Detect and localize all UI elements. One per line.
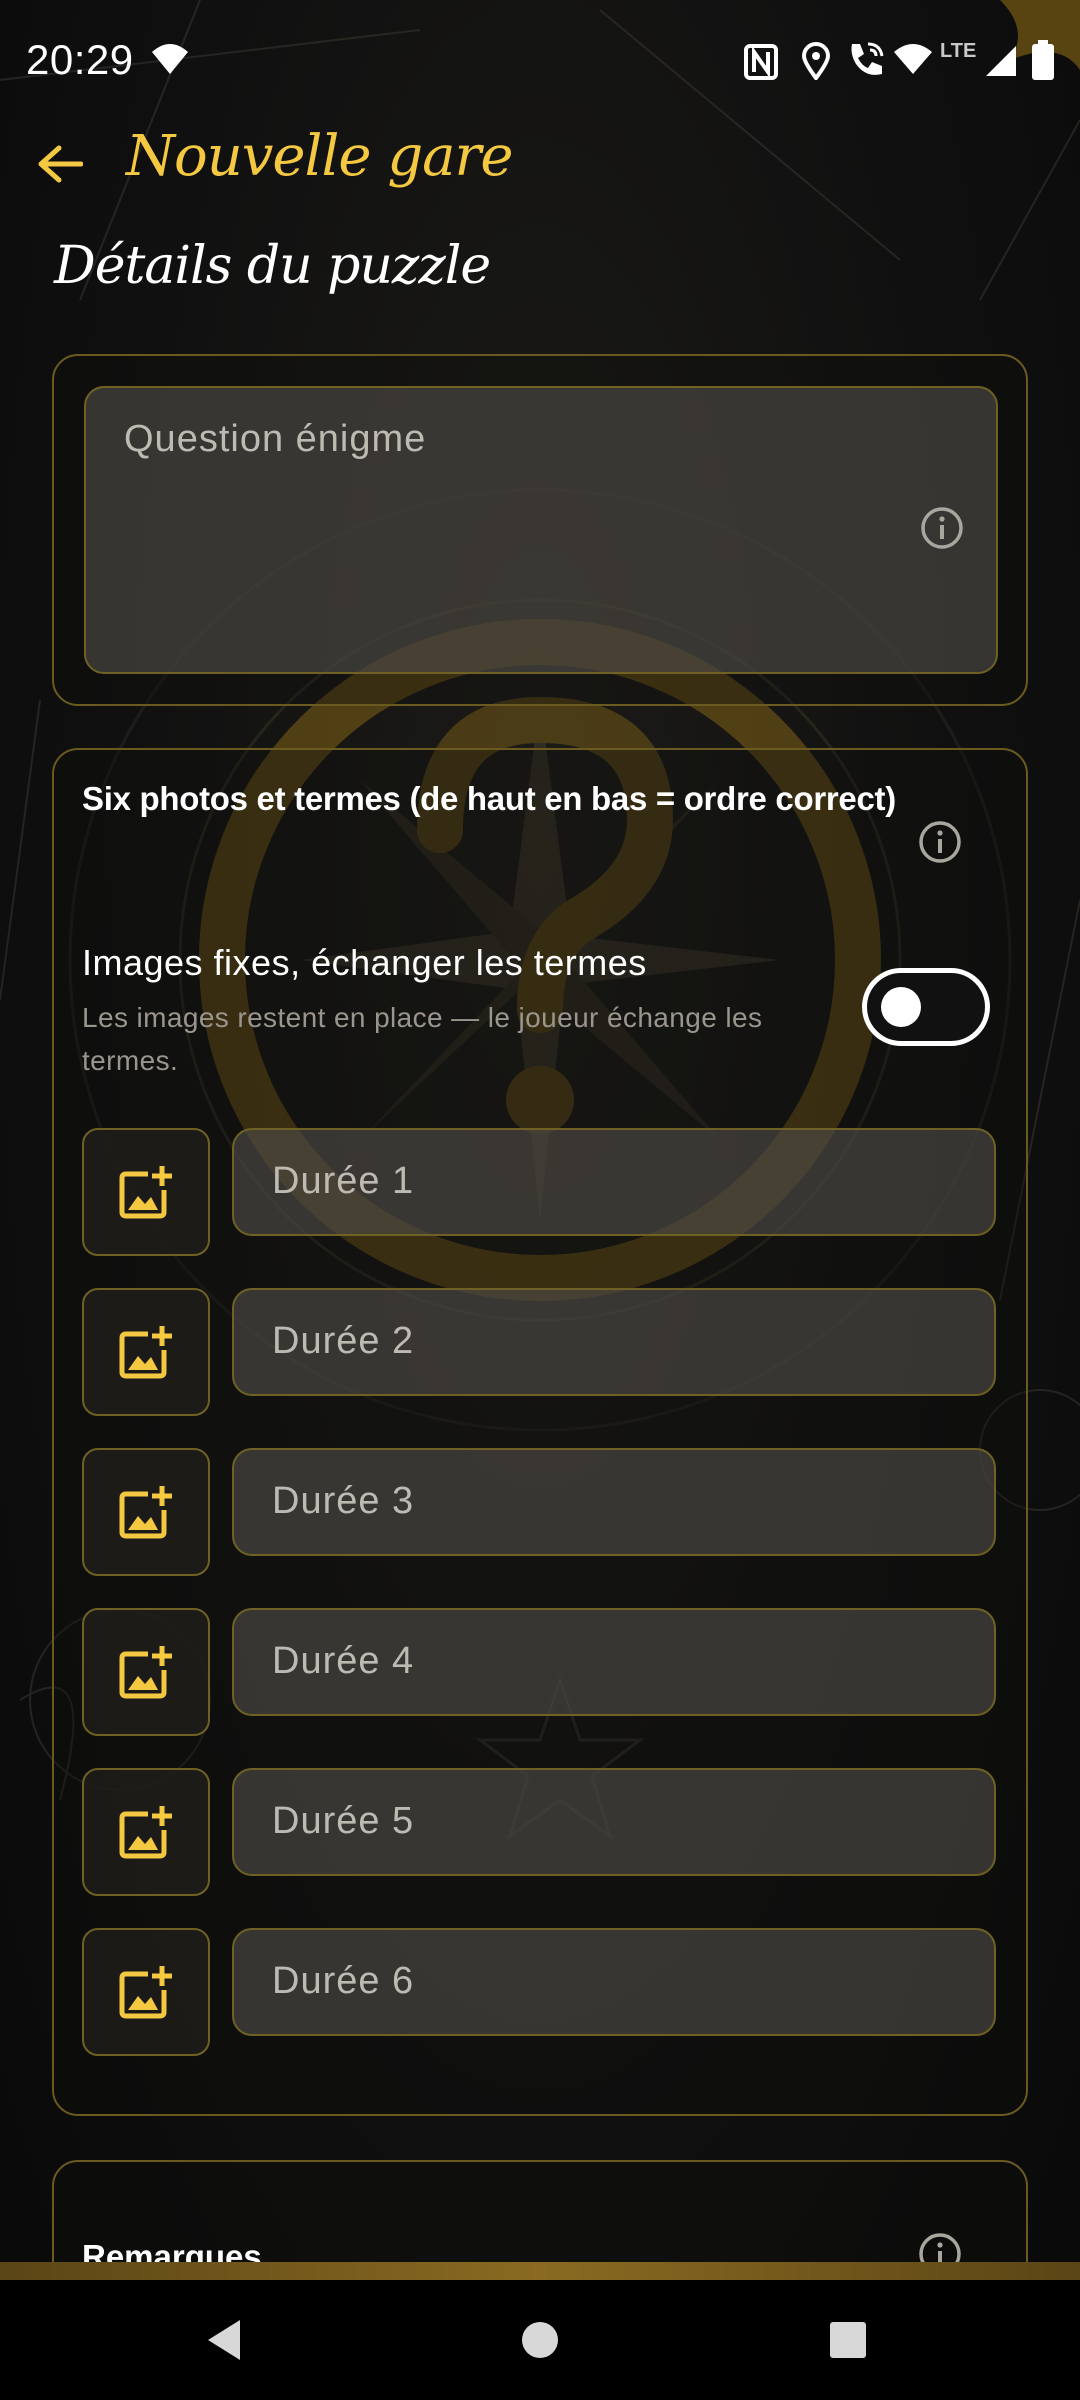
battery-icon bbox=[1032, 40, 1054, 80]
info-icon[interactable] bbox=[918, 820, 962, 864]
term-row: Durée 6 bbox=[82, 1928, 1002, 2056]
question-input[interactable]: Question énigme bbox=[84, 386, 998, 674]
add-photo-icon bbox=[119, 1646, 172, 1699]
term-input[interactable]: Durée 2 bbox=[232, 1288, 996, 1396]
app-bar: Nouvelle gare bbox=[0, 124, 1080, 224]
add-photo-button[interactable] bbox=[82, 1128, 210, 1256]
arrow-left-icon bbox=[38, 145, 83, 183]
question-card: Question énigme bbox=[52, 354, 1028, 706]
section-title: Détails du puzzle bbox=[54, 236, 491, 296]
bottom-accent-strip bbox=[0, 2262, 1080, 2280]
network-type-label: LTE bbox=[940, 40, 977, 62]
nfc-icon bbox=[744, 44, 778, 80]
add-photo-button[interactable] bbox=[82, 1768, 210, 1896]
fixed-images-toggle-description: Les images restent en place — le joueur … bbox=[82, 1002, 763, 1076]
term-input[interactable]: Durée 4 bbox=[232, 1608, 996, 1716]
add-photo-button[interactable] bbox=[82, 1448, 210, 1576]
cell-signal-icon bbox=[986, 46, 1016, 76]
location-icon bbox=[802, 42, 830, 80]
page-title: Nouvelle gare bbox=[126, 124, 513, 189]
add-photo-button[interactable] bbox=[82, 1928, 210, 2056]
term-placeholder: Durée 6 bbox=[272, 1960, 415, 2002]
term-row: Durée 5 bbox=[82, 1768, 1002, 1896]
fixed-images-toggle[interactable] bbox=[862, 968, 990, 1046]
back-button[interactable] bbox=[28, 132, 92, 196]
wifi-icon bbox=[894, 44, 932, 74]
term-row: Durée 3 bbox=[82, 1448, 1002, 1576]
app-screen: 20:29 LTE Nouvelle gare Détails du puzzl… bbox=[0, 0, 1080, 2400]
term-placeholder: Durée 1 bbox=[272, 1160, 415, 1202]
term-row: Durée 4 bbox=[82, 1608, 1002, 1736]
term-row: Durée 2 bbox=[82, 1288, 1002, 1416]
term-input[interactable]: Durée 3 bbox=[232, 1448, 996, 1556]
photos-terms-card: Six photos et termes (de haut en bas = o… bbox=[52, 748, 1028, 2116]
term-input[interactable]: Durée 5 bbox=[232, 1768, 996, 1876]
add-photo-icon bbox=[119, 1326, 172, 1379]
add-photo-button[interactable] bbox=[82, 1288, 210, 1416]
term-placeholder: Durée 4 bbox=[272, 1640, 415, 1682]
nav-recents-icon[interactable] bbox=[818, 2310, 878, 2370]
term-input[interactable]: Durée 1 bbox=[232, 1128, 996, 1236]
nav-back-icon[interactable] bbox=[196, 2310, 256, 2370]
term-placeholder: Durée 5 bbox=[272, 1800, 415, 1842]
nav-home-icon[interactable] bbox=[510, 2310, 570, 2370]
add-photo-icon bbox=[119, 1806, 172, 1859]
add-photo-icon bbox=[119, 1486, 172, 1539]
term-placeholder: Durée 2 bbox=[272, 1320, 415, 1362]
term-row: Durée 1 bbox=[82, 1128, 1002, 1256]
status-bar: 20:29 LTE bbox=[0, 0, 1080, 124]
term-input[interactable]: Durée 6 bbox=[232, 1928, 996, 2036]
system-navigation-bar bbox=[0, 2280, 1080, 2400]
question-placeholder: Question énigme bbox=[124, 418, 427, 460]
photos-heading: Six photos et termes (de haut en bas = o… bbox=[82, 780, 896, 817]
add-photo-icon bbox=[119, 1966, 172, 2019]
term-placeholder: Durée 3 bbox=[272, 1480, 415, 1522]
add-photo-icon bbox=[119, 1166, 172, 1219]
status-time: 20:29 bbox=[26, 36, 134, 83]
wifi-icon bbox=[152, 44, 188, 74]
wifi-calling-icon bbox=[851, 42, 884, 75]
fixed-images-toggle-label: Images fixes, échanger les termes bbox=[82, 942, 647, 983]
info-icon[interactable] bbox=[920, 506, 964, 550]
toggle-knob bbox=[881, 987, 921, 1027]
add-photo-button[interactable] bbox=[82, 1608, 210, 1736]
